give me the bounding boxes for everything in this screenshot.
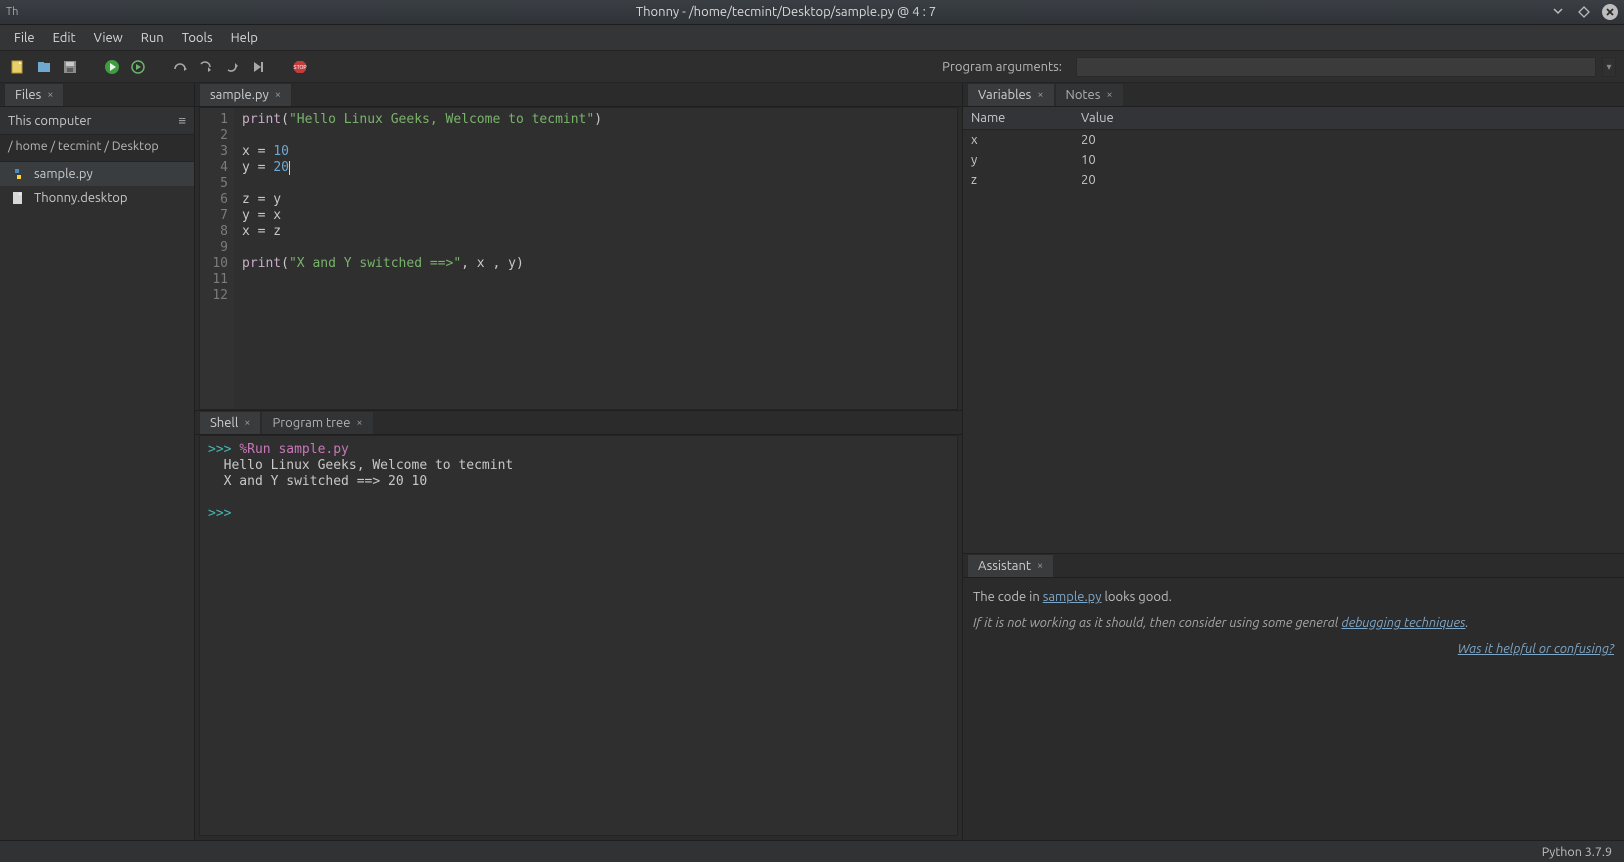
program-tree-tab-label: Program tree [272, 416, 350, 430]
code-editor[interactable]: 123456789101112 print("Hello Linux Geeks… [199, 107, 958, 410]
helpful-link[interactable]: Was it helpful or confusing? [1458, 642, 1614, 656]
assistant-panel: Assistant × The code in sample.py looks … [963, 554, 1624, 840]
col-name-header: Name [963, 107, 1073, 129]
assistant-text: looks good. [1102, 590, 1172, 604]
var-value: 10 [1081, 153, 1616, 167]
window-title: Thonny - /home/tecmint/Desktop/sample.py… [22, 5, 1550, 19]
python-version-label[interactable]: Python 3.7.9 [1542, 845, 1612, 859]
open-file-icon[interactable] [34, 57, 54, 77]
step-out-icon[interactable] [222, 57, 242, 77]
tab-notes[interactable]: Notes × [1055, 83, 1124, 106]
line-gutter: 123456789101112 [200, 108, 234, 409]
minimize-icon[interactable] [1550, 4, 1566, 20]
assistant-text: . [1466, 616, 1469, 630]
tab-variables[interactable]: Variables × [967, 83, 1055, 106]
close-icon[interactable]: × [1106, 89, 1112, 101]
step-into-icon[interactable] [196, 57, 216, 77]
shell-content[interactable]: >>> %Run sample.py Hello Linux Geeks, We… [199, 435, 958, 836]
editor-panel: sample.py × 123456789101112 print("Hello… [195, 83, 962, 410]
assistant-tab-label: Assistant [978, 559, 1031, 573]
step-over-icon[interactable] [170, 57, 190, 77]
close-icon[interactable]: × [356, 417, 362, 429]
menu-tools[interactable]: Tools [174, 28, 221, 48]
files-location-label: This computer [8, 114, 91, 128]
tab-program-tree[interactable]: Program tree × [261, 411, 373, 434]
menu-file[interactable]: File [6, 28, 43, 48]
close-icon[interactable]: × [47, 89, 53, 101]
app-icon: Th [6, 6, 22, 18]
menubar: File Edit View Run Tools Help [0, 25, 1624, 51]
var-name: y [971, 153, 1081, 167]
maximize-icon[interactable] [1576, 4, 1592, 20]
menu-view[interactable]: View [86, 28, 131, 48]
new-file-icon[interactable] [8, 57, 28, 77]
notes-tab-label: Notes [1066, 88, 1101, 102]
tab-files[interactable]: Files × [4, 83, 64, 106]
program-args-dropdown-icon[interactable]: ▾ [1602, 57, 1616, 77]
var-value: 20 [1081, 173, 1616, 187]
files-panel: Files × This computer ≡ / home / tecmint… [0, 83, 195, 840]
variables-table: x20y10z20 [963, 130, 1624, 553]
tab-editor-file[interactable]: sample.py × [199, 83, 292, 106]
col-value-header: Value [1073, 107, 1624, 129]
file-item-label: sample.py [34, 167, 93, 181]
svg-text:STOP: STOP [293, 65, 307, 71]
stop-icon[interactable]: STOP [290, 57, 310, 77]
file-icon [10, 190, 26, 206]
assistant-line2: If it is not working as it should, then … [973, 616, 1614, 630]
file-item[interactable]: sample.py [0, 162, 194, 186]
var-name: z [971, 173, 1081, 187]
statusbar: Python 3.7.9 [0, 840, 1624, 862]
variables-tab-label: Variables [978, 88, 1031, 102]
variables-panel: Variables × Notes × Name Value x20y10z20 [963, 83, 1624, 554]
assistant-line1: The code in sample.py looks good. [973, 590, 1614, 604]
variable-row[interactable]: x20 [963, 130, 1624, 150]
code-content[interactable]: print("Hello Linux Geeks, Welcome to tec… [234, 108, 610, 409]
close-icon[interactable]: × [244, 417, 250, 429]
program-args-label: Program arguments: [942, 60, 1062, 74]
var-value: 20 [1081, 133, 1616, 147]
python-file-icon [10, 166, 26, 182]
file-list: sample.py Thonny.desktop [0, 162, 194, 840]
tab-files-label: Files [15, 88, 41, 102]
var-name: x [971, 133, 1081, 147]
menu-run[interactable]: Run [133, 28, 172, 48]
assistant-file-link[interactable]: sample.py [1043, 590, 1102, 604]
close-icon[interactable]: × [1037, 89, 1043, 101]
close-icon[interactable] [1602, 4, 1618, 20]
menu-help[interactable]: Help [223, 28, 266, 48]
tab-assistant[interactable]: Assistant × [967, 554, 1054, 577]
editor-tab-label: sample.py [210, 88, 269, 102]
text-cursor [289, 161, 290, 175]
toolbar: STOP Program arguments: ▾ [0, 51, 1624, 83]
assistant-text: If it is not working as it should, then … [973, 616, 1341, 630]
shell-panel: Shell × Program tree × >>> %Run sample.p… [195, 410, 962, 840]
variable-row[interactable]: y10 [963, 150, 1624, 170]
close-icon[interactable]: × [275, 89, 281, 101]
close-icon[interactable]: × [1037, 560, 1043, 572]
debug-icon[interactable] [128, 57, 148, 77]
breadcrumb[interactable]: / home / tecmint / Desktop [0, 135, 194, 162]
menu-icon[interactable]: ≡ [178, 113, 186, 128]
run-icon[interactable] [102, 57, 122, 77]
shell-tab-label: Shell [210, 416, 238, 430]
resume-icon[interactable] [248, 57, 268, 77]
file-item-label: Thonny.desktop [34, 191, 127, 205]
menu-edit[interactable]: Edit [45, 28, 84, 48]
assistant-text: The code in [973, 590, 1043, 604]
titlebar: Th Thonny - /home/tecmint/Desktop/sample… [0, 0, 1624, 25]
save-icon[interactable] [60, 57, 80, 77]
tab-shell[interactable]: Shell × [199, 411, 261, 434]
variable-row[interactable]: z20 [963, 170, 1624, 190]
debugging-link[interactable]: debugging techniques [1341, 616, 1465, 630]
program-args-input[interactable] [1076, 57, 1596, 77]
file-item[interactable]: Thonny.desktop [0, 186, 194, 210]
